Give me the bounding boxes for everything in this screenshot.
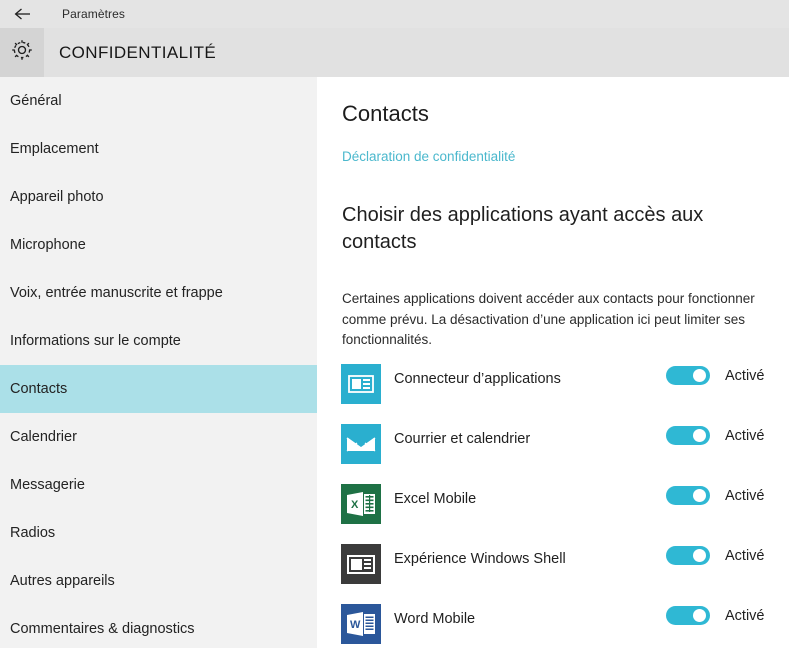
sidebar-item-appareil-photo[interactable]: Appareil photo bbox=[0, 173, 317, 221]
word-icon: W bbox=[341, 604, 381, 644]
sidebar-item-label: Général bbox=[10, 93, 62, 109]
title-bar: Paramètres bbox=[0, 0, 789, 28]
sidebar-item-g-n-ral[interactable]: Général bbox=[0, 77, 317, 125]
app-permission-list: Connecteur d’applications Activé Courrier … bbox=[317, 359, 789, 648]
sidebar-item-label: Appareil photo bbox=[10, 189, 104, 205]
app-permission-toggle[interactable] bbox=[666, 606, 710, 625]
sidebar-item-label: Contacts bbox=[10, 381, 68, 397]
app-name-label: Expérience Windows Shell bbox=[394, 551, 566, 567]
page-header-band: CONFIDENTIALITÉ bbox=[0, 28, 789, 77]
sidebar-item-commentaires-diagnostics[interactable]: Commentaires & diagnostics bbox=[0, 605, 317, 648]
sidebar-item-emplacement[interactable]: Emplacement bbox=[0, 125, 317, 173]
app-permission-toggle[interactable] bbox=[666, 546, 710, 565]
toggle-knob bbox=[693, 549, 706, 562]
mail-envelope-icon bbox=[341, 424, 381, 464]
sidebar-item-informations-sur-le-compte[interactable]: Informations sur le compte bbox=[0, 317, 317, 365]
windows-shell-icon bbox=[341, 544, 381, 584]
settings-gear-button[interactable] bbox=[0, 28, 44, 77]
toggle-state-label: Activé bbox=[725, 548, 765, 564]
sidebar-item-label: Messagerie bbox=[10, 477, 85, 493]
app-connector-icon bbox=[341, 364, 381, 404]
app-permission-row: Connecteur d’applications Activé bbox=[317, 359, 789, 419]
toggle-knob bbox=[693, 609, 706, 622]
app-name-label: Word Mobile bbox=[394, 611, 476, 627]
sidebar-item-contacts[interactable]: Contacts bbox=[0, 365, 317, 413]
toggle-state-label: Activé bbox=[725, 428, 765, 444]
app-permission-row: Expérience Windows Shell Activé bbox=[317, 539, 789, 599]
toggle-state-label: Activé bbox=[725, 368, 765, 384]
app-permission-row: Courrier et calendrier Activé bbox=[317, 419, 789, 479]
settings-window: Paramètres CONFIDENTIALITÉ Général Emplac… bbox=[0, 0, 789, 648]
svg-text:W: W bbox=[350, 619, 361, 631]
toggle-knob bbox=[693, 429, 706, 442]
app-permission-toggle[interactable] bbox=[666, 366, 710, 385]
page-title-header: CONFIDENTIALITÉ bbox=[59, 42, 217, 62]
app-name-label: Excel Mobile bbox=[394, 491, 477, 507]
svg-text:X: X bbox=[351, 499, 359, 511]
app-name-label: Courrier et calendrier bbox=[394, 431, 531, 447]
toggle-state-label: Activé bbox=[725, 488, 765, 504]
sidebar-item-label: Commentaires & diagnostics bbox=[10, 621, 195, 637]
window-title: Paramètres bbox=[62, 7, 126, 21]
sidebar-item-autres-appareils[interactable]: Autres appareils bbox=[0, 557, 317, 605]
toggle-knob bbox=[693, 489, 706, 502]
toggle-knob bbox=[693, 369, 706, 382]
section-heading: Choisir des applications ayant accès aux… bbox=[342, 204, 704, 253]
app-permission-row: X Excel Mobile Activé bbox=[317, 479, 789, 539]
sidebar-item-voix-entr-e-manuscrite-et-frappe[interactable]: Voix, entrée manuscrite et frappe bbox=[0, 269, 317, 317]
back-button[interactable] bbox=[0, 0, 46, 28]
section-description: Certaines applications doivent accéder a… bbox=[342, 291, 755, 348]
sidebar-item-radios[interactable]: Radios bbox=[0, 509, 317, 557]
toggle-state-label: Activé bbox=[725, 608, 765, 624]
arrow-left-icon bbox=[13, 6, 33, 22]
app-permission-row: W Word Mobile Activé bbox=[317, 599, 789, 648]
sidebar-item-label: Emplacement bbox=[10, 141, 99, 157]
sidebar-item-label: Autres appareils bbox=[10, 573, 115, 589]
sidebar-nav: Général Emplacement Appareil photo Micropho… bbox=[0, 77, 317, 648]
content-page-title: Contacts bbox=[342, 101, 429, 126]
sidebar-item-label: Microphone bbox=[10, 237, 86, 253]
sidebar-item-label: Calendrier bbox=[10, 429, 77, 445]
sidebar-item-label: Voix, entrée manuscrite et frappe bbox=[10, 285, 223, 301]
app-permission-toggle[interactable] bbox=[666, 486, 710, 505]
gear-icon bbox=[9, 37, 35, 68]
sidebar-item-calendrier[interactable]: Calendrier bbox=[0, 413, 317, 461]
app-name-label: Connecteur d’applications bbox=[394, 371, 561, 387]
excel-icon: X bbox=[341, 484, 381, 524]
sidebar-item-messagerie[interactable]: Messagerie bbox=[0, 461, 317, 509]
sidebar-item-label: Radios bbox=[10, 525, 56, 541]
main-content: Contacts Déclaration de confidentialité … bbox=[317, 77, 789, 648]
sidebar-item-microphone[interactable]: Microphone bbox=[0, 221, 317, 269]
privacy-statement-link[interactable]: Déclaration de confidentialité bbox=[342, 149, 515, 164]
app-permission-toggle[interactable] bbox=[666, 426, 710, 445]
sidebar-item-label: Informations sur le compte bbox=[10, 333, 181, 349]
